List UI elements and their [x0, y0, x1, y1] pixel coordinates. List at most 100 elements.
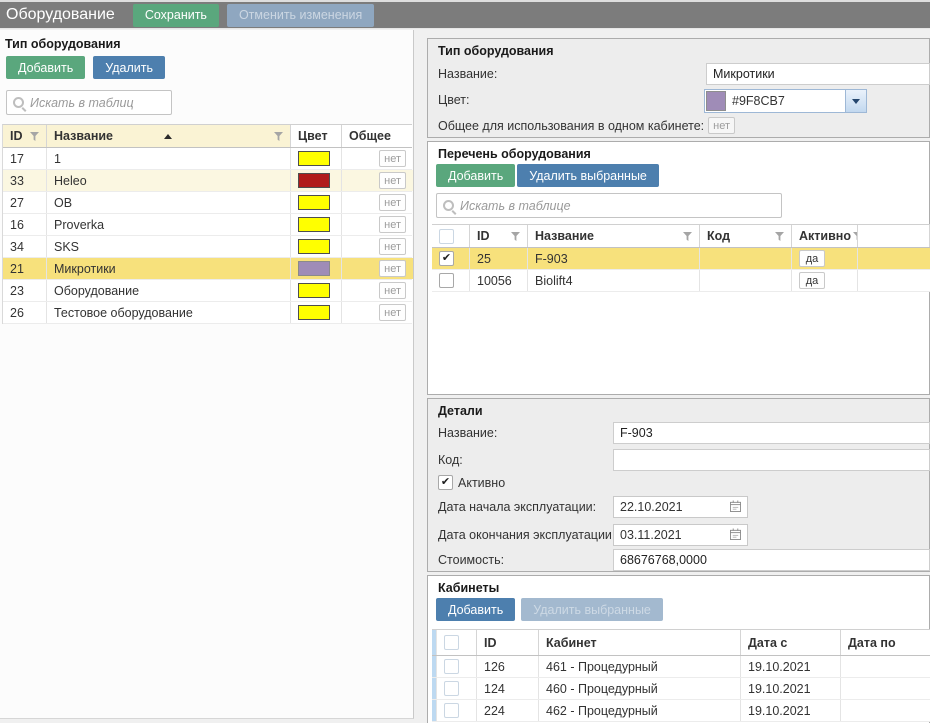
table-row[interactable]: 124 460 - Процедурный 19.10.2021 [432, 678, 930, 700]
color-swatch [298, 261, 330, 276]
cabinets-table: ID Кабинет Дата с Дата по 126 461 - Проц… [432, 629, 930, 722]
table-row[interactable]: 126 461 - Процедурный 19.10.2021 [432, 656, 930, 678]
search-icon [13, 97, 24, 108]
delete-cabinet-button[interactable]: Удалить выбранные [521, 598, 663, 621]
add-type-button[interactable]: Добавить [6, 56, 85, 79]
color-swatch [298, 283, 330, 298]
active-checkbox[interactable] [438, 475, 453, 490]
common-badge: нет [379, 172, 406, 189]
select-all-checkbox[interactable] [439, 229, 454, 244]
cabinets-toolbar: Добавить Удалить выбранные [436, 598, 663, 621]
filter-icon[interactable] [274, 132, 283, 141]
delete-equipment-button[interactable]: Удалить выбранные [517, 164, 659, 187]
col-header-cabinet[interactable]: Кабинет [539, 630, 741, 655]
delete-type-button[interactable]: Удалить [93, 56, 165, 79]
row-checkbox[interactable] [444, 659, 459, 674]
cabinets-title: Кабинеты [438, 581, 499, 595]
table-row[interactable]: 10056 Biolift4 да [432, 270, 930, 292]
start-date-label: Дата начала эксплуатации: [438, 500, 596, 514]
color-swatch [298, 239, 330, 254]
save-button[interactable]: Сохранить [133, 4, 219, 27]
cost-label: Стоимость: [438, 553, 504, 567]
details-group: Детали Название: Код: Активно Дата начал… [427, 398, 930, 572]
col-header-date-from[interactable]: Дата с [741, 630, 841, 655]
table-row[interactable]: 27 OB нет [3, 192, 412, 214]
equipment-list-title: Перечень оборудования [438, 147, 591, 161]
equipment-search-input[interactable] [460, 199, 775, 213]
equipment-types-title: Тип оборудования [5, 37, 121, 51]
calendar-icon[interactable] [730, 500, 741, 515]
common-badge: нет [379, 304, 406, 321]
select-all-checkbox[interactable] [444, 635, 459, 650]
type-name-input[interactable] [706, 63, 930, 85]
cost-input[interactable] [613, 549, 930, 571]
filter-icon[interactable] [775, 232, 784, 241]
type-form-group: Тип оборудования Название: Цвет: #9F8CB7… [427, 38, 930, 138]
type-form-title: Тип оборудования [438, 44, 554, 58]
end-date-picker[interactable]: 03.11.2021 [613, 524, 748, 546]
detail-name-input[interactable] [613, 422, 930, 444]
col-header-id[interactable]: ID [3, 125, 47, 147]
table-row[interactable]: 23 Оборудование нет [3, 280, 412, 302]
row-checkbox[interactable] [439, 273, 454, 288]
add-equipment-button[interactable]: Добавить [436, 164, 515, 187]
color-picker-combobox[interactable]: #9F8CB7 [704, 89, 867, 113]
col-header-color[interactable]: Цвет [291, 125, 342, 147]
table-row[interactable]: 26 Тестовое оборудование нет [3, 302, 412, 324]
equipment-types-toolbar: Добавить Удалить [6, 56, 165, 79]
col-header-id[interactable]: ID [470, 225, 528, 247]
filter-icon[interactable] [30, 132, 39, 141]
start-date-picker[interactable]: 22.10.2021 [613, 496, 748, 518]
cabinets-table-header: ID Кабинет Дата с Дата по [432, 630, 930, 656]
common-badge: нет [379, 238, 406, 255]
col-header-name[interactable]: Название [47, 125, 291, 147]
color-swatch [298, 217, 330, 232]
color-hex-value: #9F8CB7 [727, 94, 845, 108]
col-header-code[interactable]: Код [700, 225, 792, 247]
row-checkbox[interactable] [444, 681, 459, 696]
table-row[interactable]: 33 Heleo нет [3, 170, 412, 192]
page-title: Оборудование [6, 6, 115, 24]
col-header-active[interactable]: Активно [792, 225, 858, 247]
table-row[interactable]: 224 462 - Процедурный 19.10.2021 [432, 700, 930, 722]
sort-ascending-icon [164, 134, 172, 139]
filter-icon[interactable] [511, 232, 520, 241]
detail-code-input[interactable] [613, 449, 930, 471]
row-checkbox[interactable] [439, 251, 454, 266]
table-row-selected[interactable]: 25 F-903 да [432, 248, 930, 270]
table-row[interactable]: 17 1 нет [3, 148, 412, 170]
active-badge: да [799, 272, 825, 289]
table-row[interactable]: 34 SKS нет [3, 236, 412, 258]
col-header-date-to[interactable]: Дата по [841, 630, 930, 655]
cancel-changes-button[interactable]: Отменить изменения [227, 4, 374, 27]
types-search-box[interactable] [6, 90, 172, 115]
active-checkbox-label: Активно [458, 476, 505, 490]
top-toolbar: Оборудование Сохранить Отменить изменени… [0, 0, 930, 29]
filter-icon[interactable] [683, 232, 692, 241]
types-table-header: ID Название Цвет Общее [3, 125, 412, 148]
color-swatch [298, 173, 330, 188]
row-checkbox[interactable] [444, 703, 459, 718]
table-row-selected[interactable]: 21 Микротики нет [3, 258, 412, 280]
selected-color-swatch [706, 91, 726, 111]
common-badge: нет [379, 282, 406, 299]
equipment-list-table: ID Название Код Активно 25 F-903 да [432, 224, 930, 292]
col-header-id[interactable]: ID [477, 630, 539, 655]
type-name-label: Название: [438, 67, 497, 81]
panel-splitter[interactable] [414, 30, 427, 723]
add-cabinet-button[interactable]: Добавить [436, 598, 515, 621]
common-badge: нет [379, 150, 406, 167]
combobox-dropdown-button[interactable] [845, 90, 866, 112]
active-badge: да [799, 250, 825, 267]
equipment-list-group: Перечень оборудования Добавить Удалить в… [427, 141, 930, 395]
common-badge: нет [379, 194, 406, 211]
types-search-input[interactable] [30, 96, 165, 110]
col-header-common[interactable]: Общее [342, 125, 413, 147]
cabinets-group: Кабинеты Добавить Удалить выбранные ID К… [427, 575, 930, 723]
col-header-name[interactable]: Название [528, 225, 700, 247]
color-swatch [298, 305, 330, 320]
table-row[interactable]: 16 Proverka нет [3, 214, 412, 236]
equipment-search-box[interactable] [436, 193, 782, 218]
calendar-icon[interactable] [730, 528, 741, 543]
details-title: Детали [438, 404, 483, 418]
